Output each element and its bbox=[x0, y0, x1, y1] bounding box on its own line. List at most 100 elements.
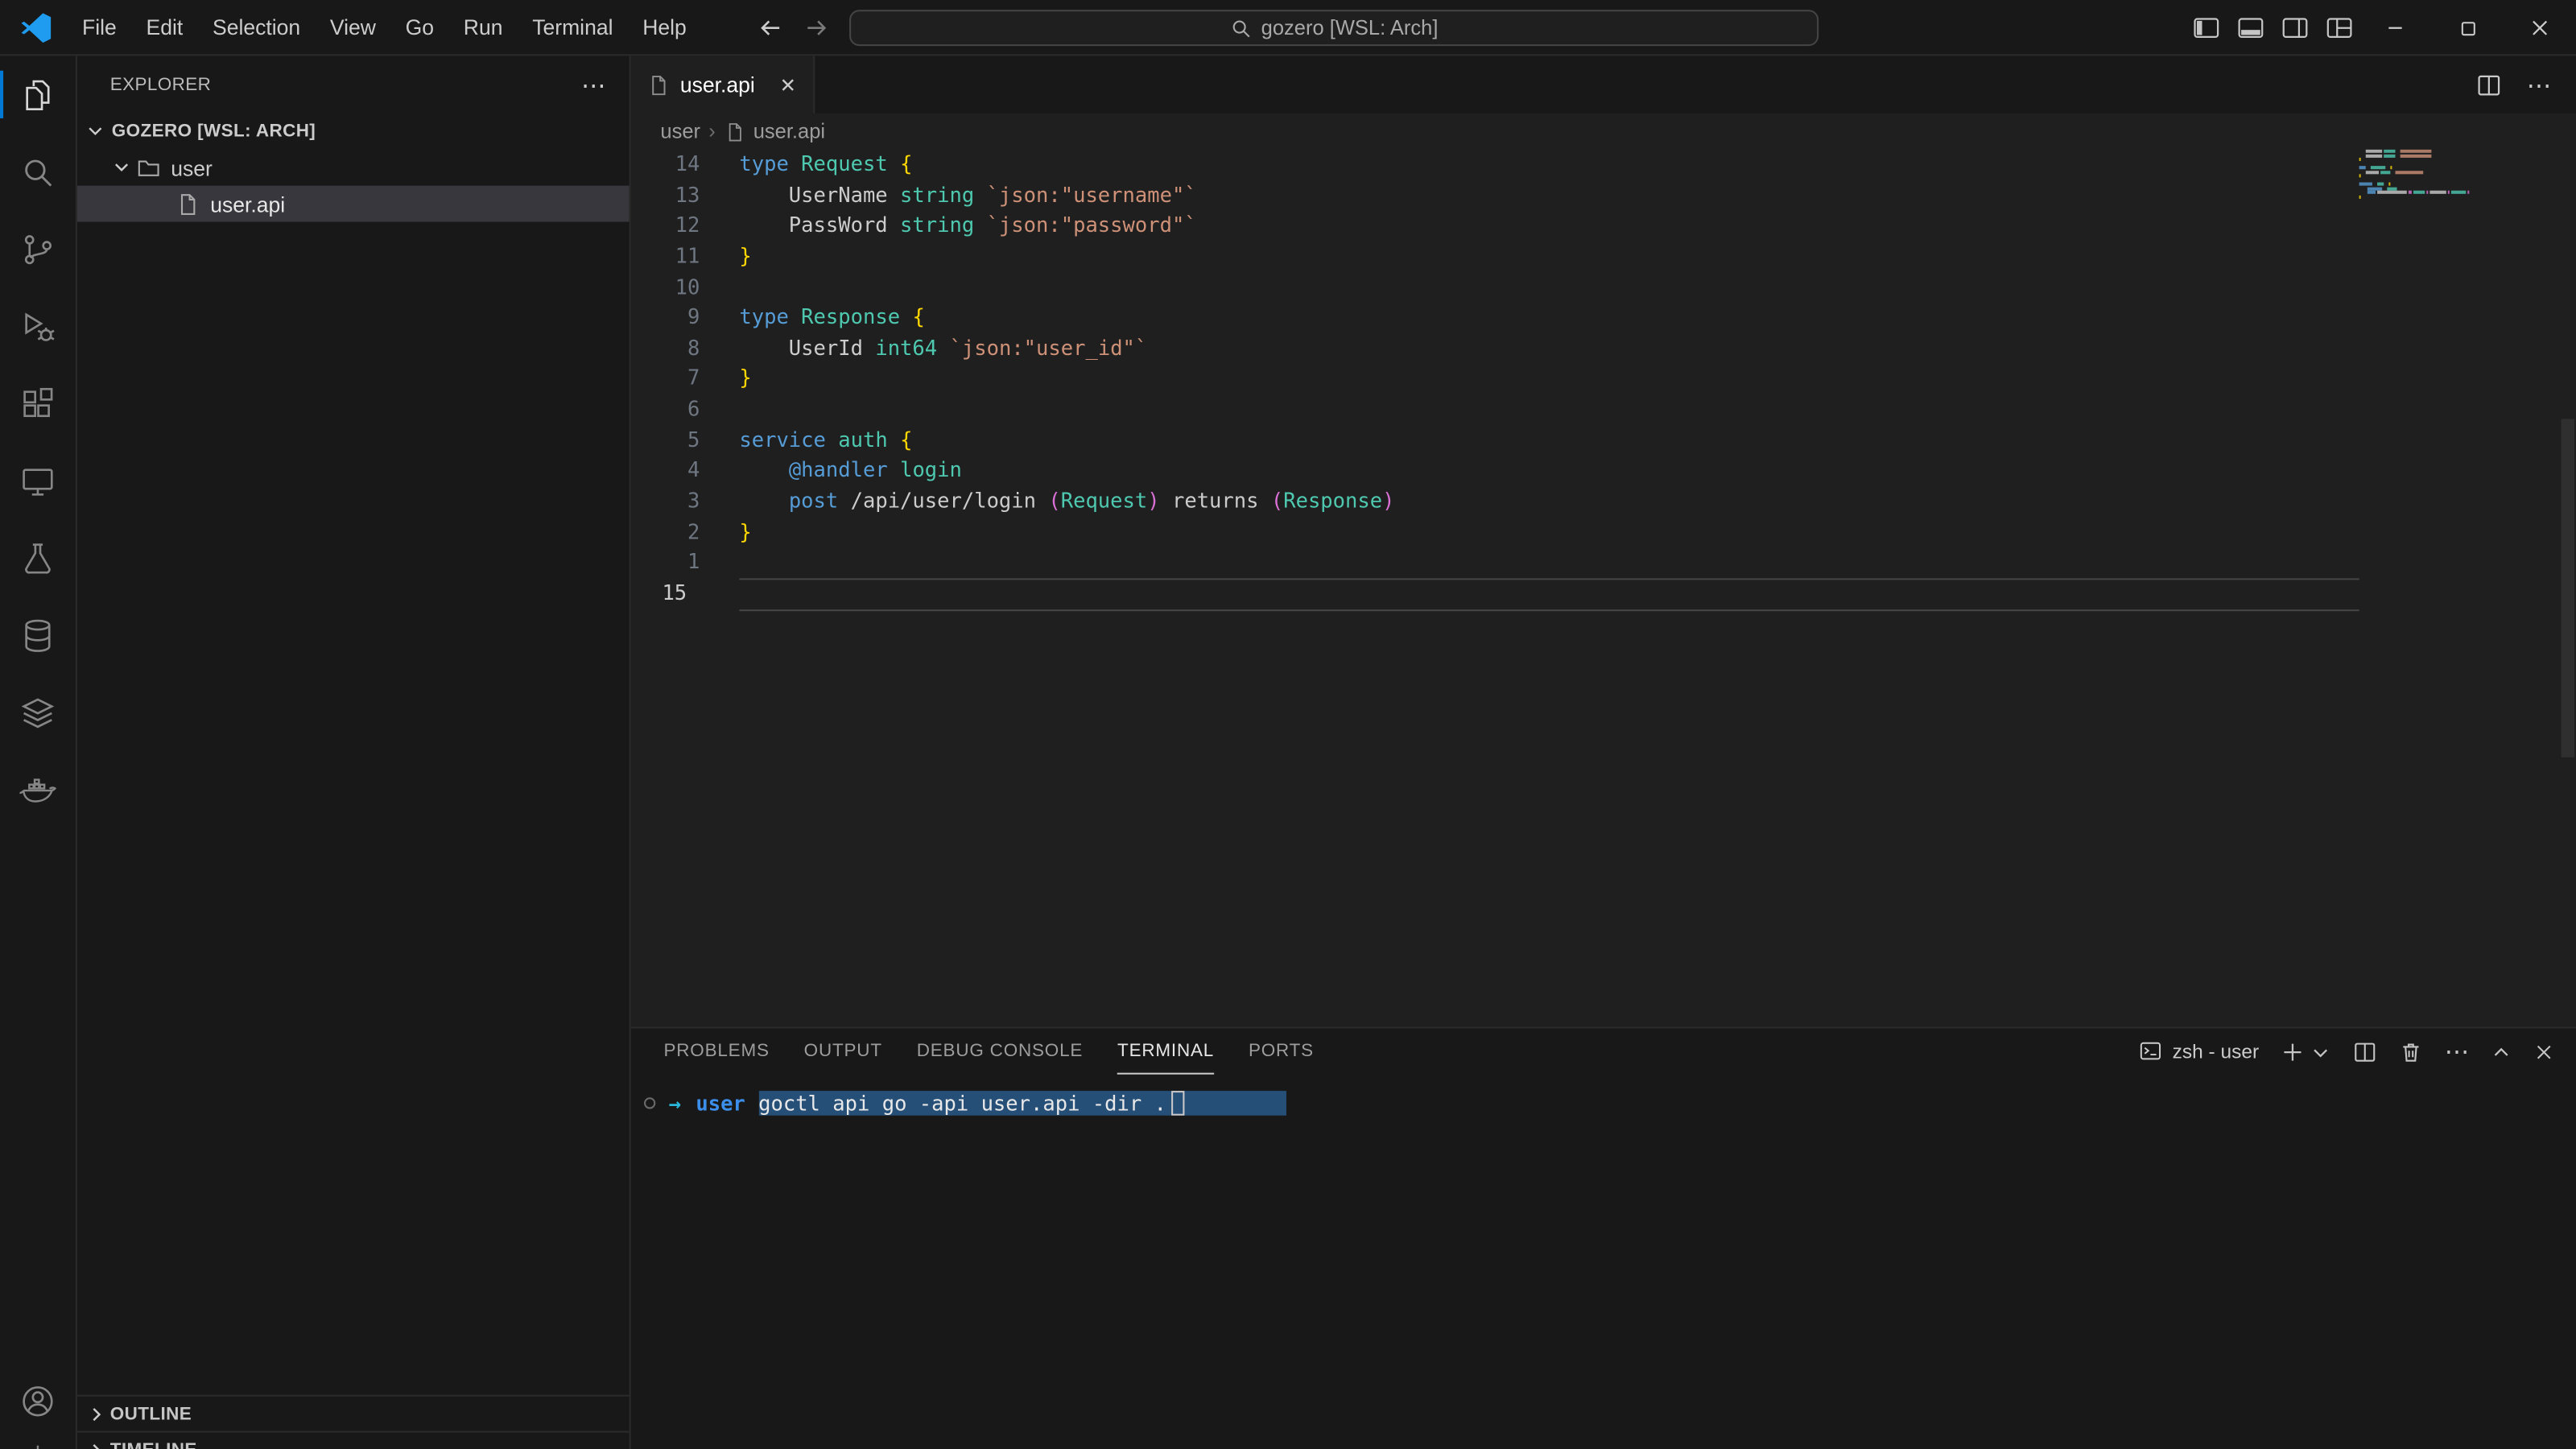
sidebar-explorer: EXPLORER ⋯ GOZERO [WSL: ARCH] user bbox=[77, 56, 631, 1449]
code-line[interactable]: 14type Request { bbox=[631, 150, 2576, 180]
prompt-arrow: → bbox=[669, 1091, 681, 1116]
terminal-icon bbox=[2140, 1040, 2163, 1063]
tab-user-api[interactable]: user.api ✕ bbox=[631, 56, 815, 113]
new-terminal-icon[interactable] bbox=[2281, 1039, 2306, 1064]
menu-go[interactable]: Go bbox=[390, 10, 448, 44]
menu-view[interactable]: View bbox=[316, 10, 391, 44]
terminal-content[interactable]: → user goctl api go -api user.api -dir . bbox=[631, 1075, 2576, 1118]
breadcrumb-item-file[interactable]: user.api bbox=[753, 120, 825, 143]
activity-bar-item-source-control[interactable] bbox=[0, 210, 76, 287]
section-outline[interactable]: OUTLINE bbox=[77, 1395, 630, 1431]
code-line[interactable]: 15 bbox=[631, 578, 2576, 609]
maximize-icon[interactable] bbox=[2431, 0, 2504, 56]
tree-item-file-user-api[interactable]: user.api bbox=[77, 186, 630, 222]
terminal-profile-chevron-down-icon[interactable] bbox=[2310, 1041, 2331, 1063]
toggle-primary-sidebar-icon[interactable] bbox=[2193, 16, 2219, 39]
code-line[interactable]: 12 PassWord string `json:"password"` bbox=[631, 211, 2576, 242]
code-line[interactable]: 8 UserId int64 `json:"user_id"` bbox=[631, 333, 2576, 364]
section-timeline[interactable]: TIMELINE bbox=[77, 1431, 630, 1449]
code-line[interactable]: 9type Response { bbox=[631, 303, 2576, 333]
menu-help[interactable]: Help bbox=[628, 10, 701, 44]
code-editor[interactable]: 14type Request {13 UserName string `json… bbox=[631, 150, 2576, 1027]
folder-icon bbox=[134, 155, 161, 181]
layout-controls bbox=[2193, 0, 2352, 56]
activity-bar-item-docker[interactable] bbox=[0, 751, 76, 828]
maximize-panel-chevron-up-icon[interactable] bbox=[2491, 1041, 2512, 1063]
code-line[interactable]: 13 UserName string `json:"username"` bbox=[631, 180, 2576, 211]
code-text: UserId int64 `json:"user_id"` bbox=[703, 333, 1147, 364]
section-label: OUTLINE bbox=[110, 1404, 192, 1423]
breadcrumb-item-folder[interactable]: user bbox=[660, 120, 700, 143]
code-line[interactable]: 2} bbox=[631, 517, 2576, 547]
activity-bar-item-testing[interactable] bbox=[0, 519, 76, 597]
minimap[interactable] bbox=[2359, 150, 2508, 204]
panel-more-actions-icon[interactable]: ⋯ bbox=[2445, 1037, 2470, 1067]
terminal-cursor bbox=[1171, 1091, 1184, 1116]
code-text bbox=[703, 272, 739, 303]
code-line[interactable]: 10 bbox=[631, 272, 2576, 303]
split-terminal-icon[interactable] bbox=[2352, 1039, 2377, 1064]
forward-icon[interactable] bbox=[802, 12, 832, 42]
layers-icon bbox=[18, 692, 57, 732]
code-text: post /api/user/login (Request) returns (… bbox=[703, 486, 1394, 517]
activity-bar-item-explorer[interactable] bbox=[0, 56, 76, 133]
command-center-search[interactable]: gozero [WSL: Arch] bbox=[849, 10, 1818, 46]
editor-group: user.api ✕ ⋯ user › user.api bbox=[631, 56, 2576, 1449]
line-number: 7 bbox=[631, 364, 704, 394]
activity-bar-item-manage[interactable] bbox=[0, 1419, 76, 1449]
customize-layout-icon[interactable] bbox=[2326, 16, 2353, 39]
source-control-icon bbox=[18, 229, 57, 269]
menu-terminal[interactable]: Terminal bbox=[518, 10, 628, 44]
line-number: 4 bbox=[631, 456, 704, 486]
history-nav bbox=[756, 12, 832, 42]
activity-bar-item-database[interactable] bbox=[0, 597, 76, 674]
terminal-shell-item[interactable]: zsh - user bbox=[2140, 1040, 2259, 1063]
editor-scrollbar[interactable] bbox=[2562, 419, 2574, 757]
minimize-icon[interactable] bbox=[2359, 0, 2432, 56]
close-window-icon[interactable] bbox=[2504, 0, 2576, 56]
split-editor-icon[interactable] bbox=[2476, 72, 2503, 98]
panel-tab-problems[interactable]: PROBLEMS bbox=[663, 1029, 769, 1075]
menu-edit[interactable]: Edit bbox=[131, 10, 197, 44]
code-text: } bbox=[703, 364, 751, 394]
panel-tab-terminal[interactable]: TERMINAL bbox=[1117, 1029, 1214, 1075]
code-line[interactable]: 6 bbox=[631, 394, 2576, 425]
line-number: 6 bbox=[631, 394, 704, 425]
code-line[interactable]: 11} bbox=[631, 242, 2576, 272]
docker-icon bbox=[18, 770, 57, 809]
menu-selection[interactable]: Selection bbox=[198, 10, 316, 44]
chevron-right-icon bbox=[84, 1401, 110, 1427]
activity-bar-item-layers[interactable] bbox=[0, 674, 76, 751]
activity-bar-item-search[interactable] bbox=[0, 133, 76, 210]
tab-close-icon[interactable]: ✕ bbox=[779, 73, 796, 97]
code-line[interactable]: 4 @handler login bbox=[631, 456, 2576, 486]
close-panel-icon[interactable] bbox=[2533, 1041, 2555, 1063]
tree-item-folder-user[interactable]: user bbox=[77, 150, 630, 186]
editor-more-actions-icon[interactable]: ⋯ bbox=[2527, 70, 2552, 100]
toggle-panel-icon[interactable] bbox=[2238, 16, 2264, 39]
code-line[interactable]: 7} bbox=[631, 364, 2576, 394]
toggle-secondary-sidebar-icon[interactable] bbox=[2282, 16, 2309, 39]
activity-bar-item-remote-explorer[interactable] bbox=[0, 442, 76, 519]
command-decoration-circle-icon[interactable] bbox=[644, 1097, 655, 1108]
menu-file[interactable]: File bbox=[68, 10, 131, 44]
code-line[interactable]: 1 bbox=[631, 547, 2576, 578]
account-icon bbox=[18, 1381, 57, 1420]
panel-tab-ports[interactable]: PORTS bbox=[1249, 1029, 1314, 1075]
code-line[interactable]: 3 post /api/user/login (Request) returns… bbox=[631, 486, 2576, 517]
activity-bar-item-extensions[interactable] bbox=[0, 365, 76, 442]
explorer-more-actions-icon[interactable]: ⋯ bbox=[581, 70, 606, 100]
code-line[interactable]: 5service auth { bbox=[631, 425, 2576, 456]
back-icon[interactable] bbox=[756, 12, 786, 42]
kill-terminal-trash-icon[interactable] bbox=[2399, 1039, 2424, 1064]
menu-run[interactable]: Run bbox=[448, 10, 517, 44]
activity-bar-item-run-and-debug[interactable] bbox=[0, 287, 76, 365]
panel-tab-output[interactable]: OUTPUT bbox=[804, 1029, 882, 1075]
panel-tab-debug-console[interactable]: DEBUG CONSOLE bbox=[917, 1029, 1083, 1075]
line-number: 8 bbox=[631, 333, 704, 364]
line-number: 1 bbox=[631, 547, 704, 578]
line-number: 9 bbox=[631, 303, 704, 333]
tree-item-label: user bbox=[171, 155, 213, 180]
tree-root-gozero[interactable]: GOZERO [WSL: ARCH] bbox=[77, 114, 630, 150]
line-number: 15 bbox=[631, 578, 704, 609]
